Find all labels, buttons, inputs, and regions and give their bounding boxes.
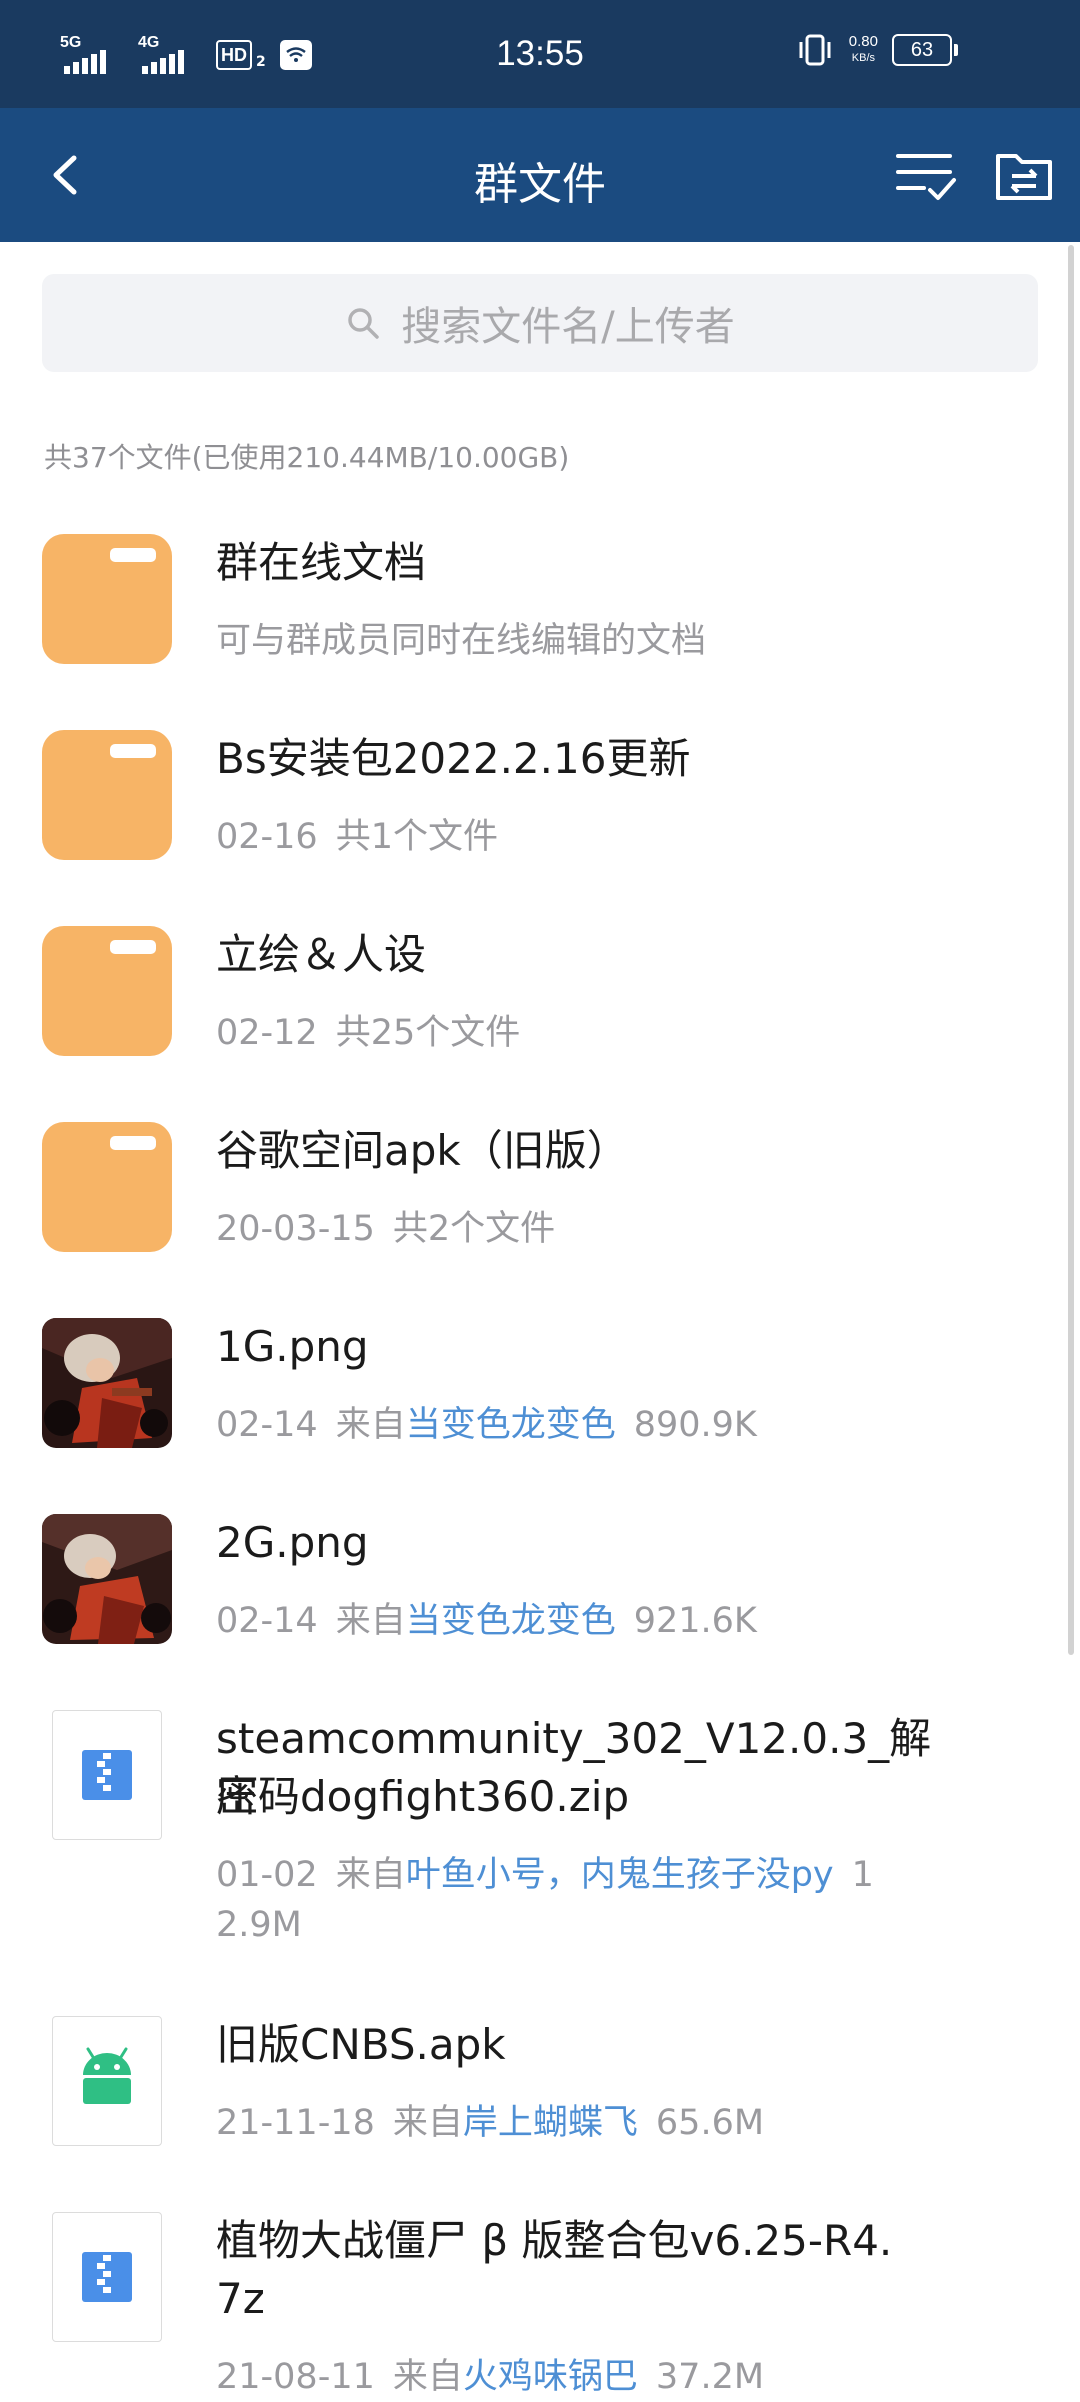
search-placeholder: 搜索文件名/上传者 xyxy=(401,304,735,350)
from-label: 来自 xyxy=(335,1855,406,1895)
folder-icon xyxy=(42,1122,172,1252)
file-meta: 01-02 来自叶鱼小号，内鬼生孩子没py 1 xyxy=(216,1850,936,1900)
file-date: 02-14 xyxy=(216,1601,318,1641)
folder-icon xyxy=(42,534,172,664)
from-label: 来自 xyxy=(335,1601,406,1641)
file-name: 1G.png xyxy=(216,1322,369,1371)
list-item-file[interactable]: steamcommunity_302_V12.0.3_解压 密码dogfight… xyxy=(0,1710,1080,1950)
status-bar: 5G 4G HD 2 13:55 0.80 KB/s 63 xyxy=(0,0,1080,108)
file-summary: 共37个文件(已使用210.44MB/10.00GB) xyxy=(44,441,570,474)
from-label: 来自 xyxy=(392,2357,463,2397)
file-meta: 02-16 共1个文件 xyxy=(216,812,936,862)
file-date: 02-14 xyxy=(216,1405,318,1445)
list-item-file[interactable]: 2G.png 02-14 来自当变色龙变色 921.6K xyxy=(0,1514,1080,1664)
file-name-line1: 植物大战僵尸 β 版整合包v6.25-R4. xyxy=(216,2216,893,2265)
from-label: 来自 xyxy=(335,1405,406,1445)
file-desc: 可与群成员同时在线编辑的文档 xyxy=(216,621,707,661)
uploader-link[interactable]: 当变色龙变色 xyxy=(406,1601,616,1641)
uploader-link[interactable]: 叶鱼小号，内鬼生孩子没py xyxy=(406,1855,834,1895)
net-speed: 0.80 KB/s xyxy=(849,33,878,67)
file-size: 37.2M xyxy=(655,2357,765,2397)
file-meta: 02-14 来自当变色龙变色 921.6K xyxy=(216,1596,936,1646)
file-name: 旧版CNBS.apk xyxy=(216,2020,506,2069)
app-bar: 群文件 xyxy=(0,108,1080,242)
battery-icon: 63 xyxy=(892,34,958,66)
file-name: Bs安装包2022.2.16更新 xyxy=(216,734,691,783)
file-size: 65.6M xyxy=(655,2103,765,2143)
file-name: 立绘＆人设 xyxy=(216,930,427,979)
list-item-folder[interactable]: 谷歌空间apk（旧版） 20-03-15 共2个文件 xyxy=(0,1122,1080,1272)
file-count: 共25个文件 xyxy=(335,1013,521,1053)
image-thumbnail xyxy=(42,1318,172,1448)
file-meta: 02-12 共25个文件 xyxy=(216,1008,936,1058)
file-meta: 21-08-11 来自火鸡味锅巴 37.2M xyxy=(216,2352,936,2402)
file-name: 群在线文档 xyxy=(216,538,427,587)
uploader-link[interactable]: 岸上蝴蝶飞 xyxy=(463,2103,638,2143)
uploader-link[interactable]: 当变色龙变色 xyxy=(406,1405,616,1445)
file-meta: 02-14 来自当变色龙变色 890.9K xyxy=(216,1400,936,1450)
folder-icon xyxy=(42,730,172,860)
file-date: 02-12 xyxy=(216,1013,318,1053)
file-count: 共1个文件 xyxy=(335,817,498,857)
list-item-file[interactable]: 植物大战僵尸 β 版整合包v6.25-R4. 7z 21-08-11 来自火鸡味锅… xyxy=(0,2212,1080,2400)
file-size: 921.6K xyxy=(633,1601,757,1641)
file-count: 共2个文件 xyxy=(392,1209,556,1249)
list-item-file[interactable]: 旧版CNBS.apk 21-11-18 来自岸上蝴蝶飞 65.6M xyxy=(0,2016,1080,2166)
file-date: 01-02 xyxy=(216,1855,318,1895)
file-name: 2G.png xyxy=(216,1518,369,1567)
file-size: 890.9K xyxy=(633,1405,757,1445)
from-label: 来自 xyxy=(392,2103,463,2143)
file-meta: 20-03-15 共2个文件 xyxy=(216,1204,936,1254)
zip-file-icon xyxy=(52,2212,162,2342)
file-size-part2: 2.9M xyxy=(216,1905,302,1945)
list-item-folder[interactable]: 群在线文档 可与群成员同时在线编辑的文档 xyxy=(0,534,1080,684)
folder-transfer-icon[interactable] xyxy=(994,148,1054,204)
file-size-part1: 1 xyxy=(851,1855,874,1895)
uploader-link[interactable]: 火鸡味锅巴 xyxy=(463,2357,638,2397)
multi-select-icon[interactable] xyxy=(894,146,958,206)
file-date: 02-16 xyxy=(216,817,318,857)
list-item-folder[interactable]: 立绘＆人设 02-12 共25个文件 xyxy=(0,926,1080,1076)
file-date: 20-03-15 xyxy=(216,1209,375,1249)
android-apk-icon xyxy=(52,2016,162,2146)
list-item-folder[interactable]: Bs安装包2022.2.16更新 02-16 共1个文件 xyxy=(0,730,1080,880)
folder-icon xyxy=(42,926,172,1056)
search-icon xyxy=(348,308,379,339)
search-input[interactable]: 搜索文件名/上传者 xyxy=(42,274,1038,372)
image-thumbnail xyxy=(42,1514,172,1644)
file-name-line2: 密码dogfight360.zip xyxy=(216,1772,630,1821)
file-date: 21-11-18 xyxy=(216,2103,375,2143)
file-name: 谷歌空间apk（旧版） xyxy=(216,1126,629,1175)
zip-file-icon xyxy=(52,1710,162,1840)
file-date: 21-08-11 xyxy=(216,2357,375,2397)
list-item-file[interactable]: 1G.png 02-14 来自当变色龙变色 890.9K xyxy=(0,1318,1080,1468)
vibrate-icon xyxy=(799,34,831,66)
file-name-line2: 7z xyxy=(216,2274,265,2323)
net-speed-unit: KB/s xyxy=(851,52,876,64)
file-meta: 21-11-18 来自岸上蝴蝶飞 65.6M xyxy=(216,2098,936,2148)
net-speed-value: 0.80 xyxy=(848,33,878,50)
